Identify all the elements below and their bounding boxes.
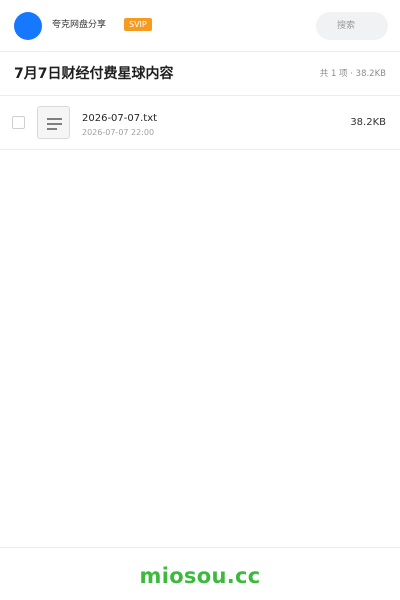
avatar[interactable] [14, 12, 42, 40]
list-item[interactable]: 2026-07-07.txt 2026-07-07 22:00 38.2KB [0, 96, 400, 150]
item-summary: 共 1 项 · 38.2KB [319, 69, 386, 79]
text-line [47, 128, 57, 130]
search-input[interactable]: 搜索 [316, 12, 388, 40]
footer: miosou.cc [0, 547, 400, 600]
page-title: 7月7日财经付费星球内容 [14, 66, 174, 82]
file-name[interactable]: 2026-07-07.txt [82, 112, 157, 126]
text-line [47, 123, 62, 125]
select-checkbox[interactable] [12, 116, 25, 129]
text-line [47, 118, 62, 120]
file-size: 38.2KB [350, 117, 386, 128]
footer-brand[interactable]: miosou.cc [0, 562, 400, 590]
user-name[interactable]: 夸克网盘分享 [52, 18, 106, 32]
top-bar: 夸克网盘分享 SVIP 搜索 [0, 0, 400, 52]
share-header: 7月7日财经付费星球内容 共 1 项 · 38.2KB [0, 52, 400, 96]
text-file-icon [37, 106, 70, 139]
file-date: 2026-07-07 22:00 [82, 128, 155, 137]
svip-badge: SVIP [124, 18, 152, 31]
